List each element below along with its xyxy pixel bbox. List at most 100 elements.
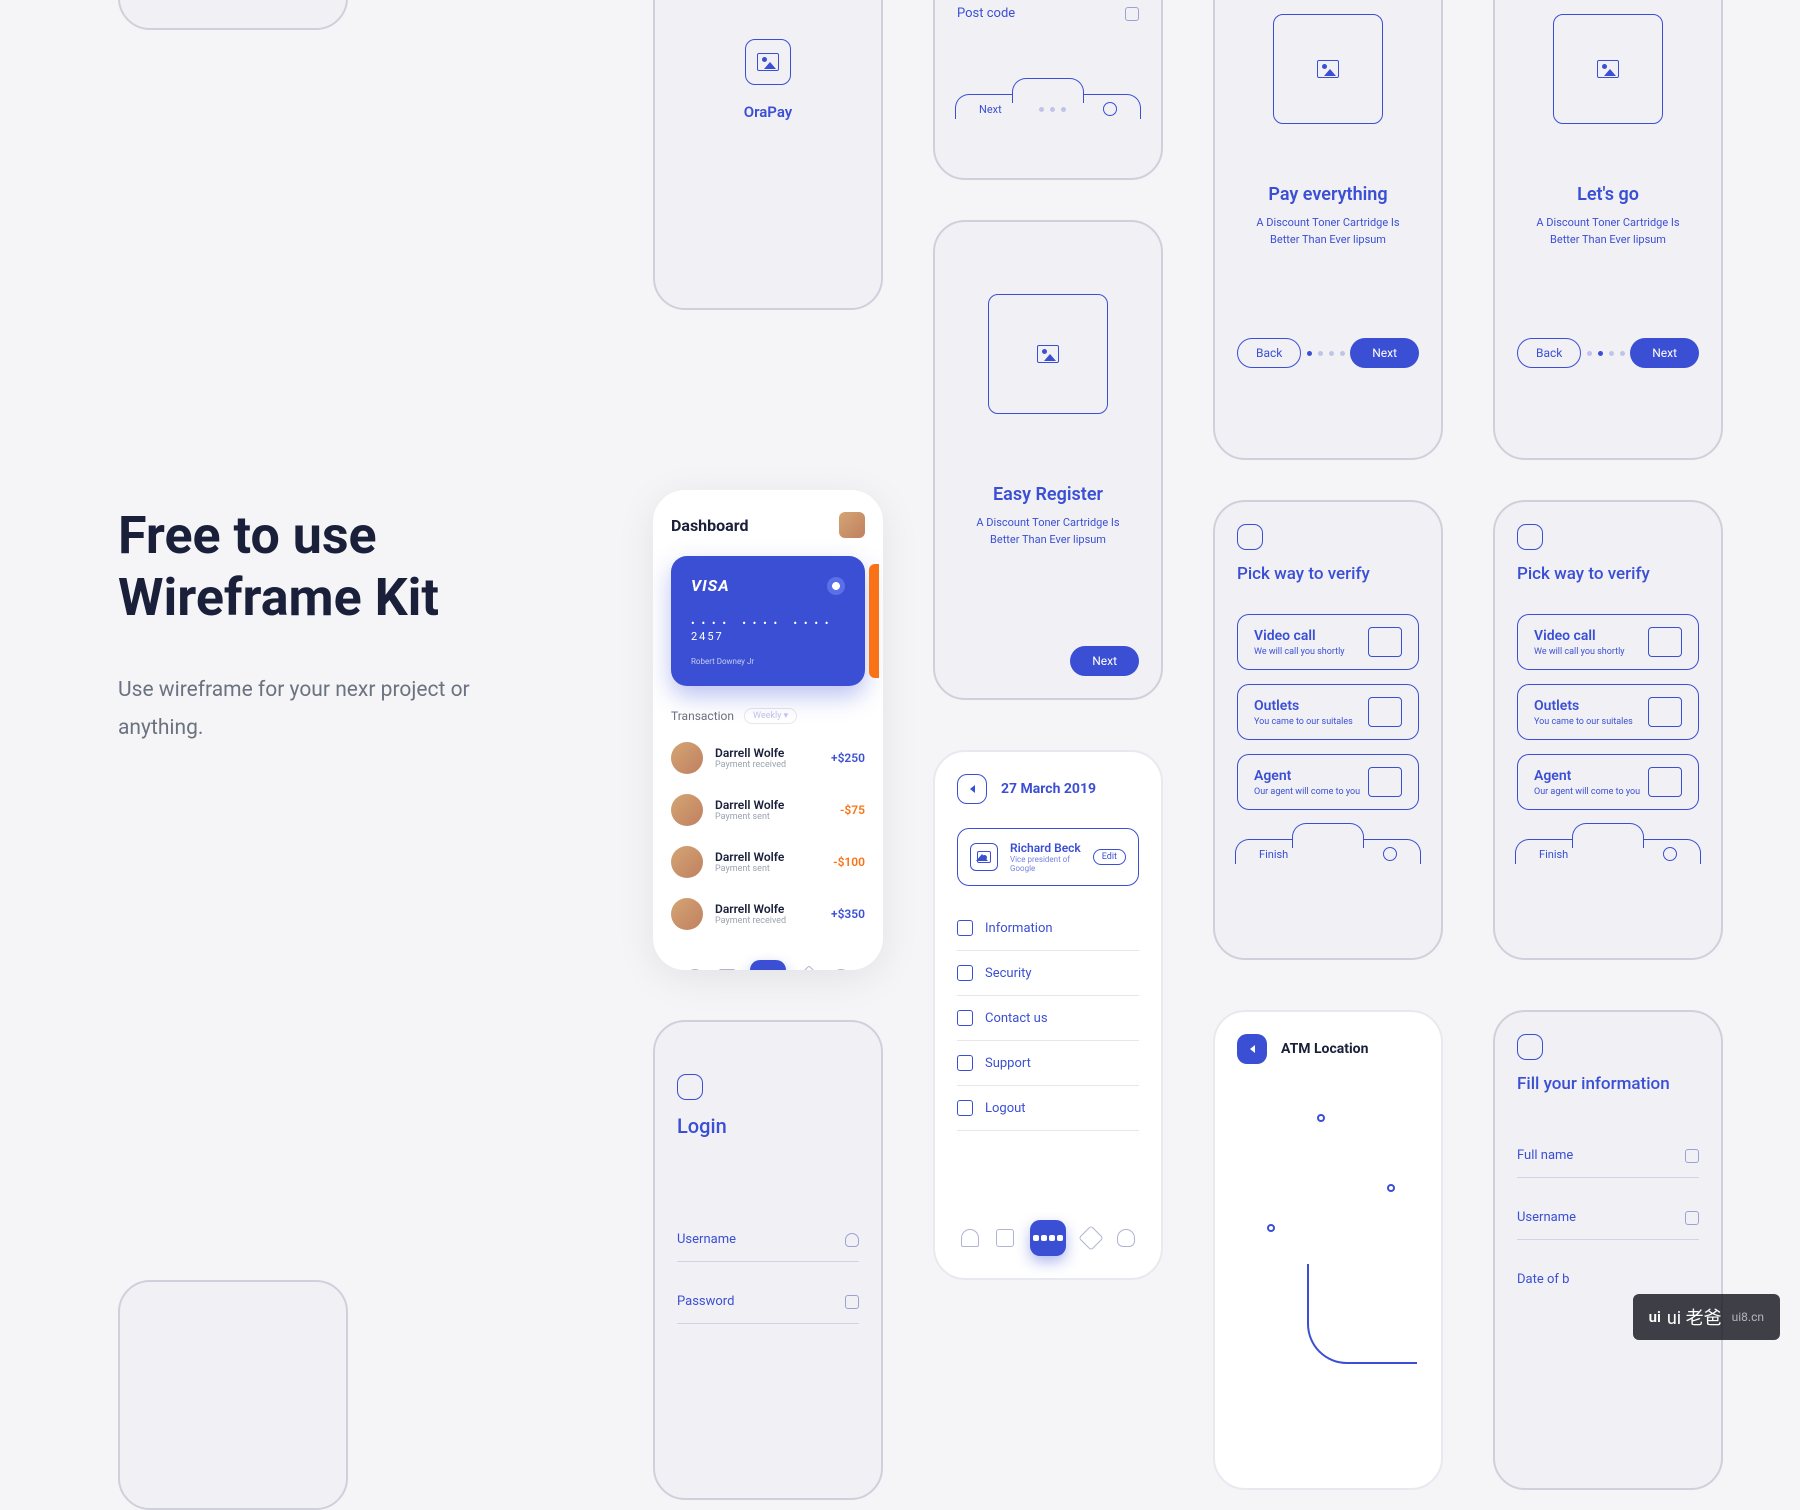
fill-title: Fill your information bbox=[1517, 1074, 1699, 1094]
watermark: uiui 老爸 ui8.cn bbox=[1633, 1294, 1780, 1340]
next-button[interactable]: Next bbox=[1630, 338, 1699, 368]
option-icon bbox=[1368, 627, 1402, 657]
verify-option[interactable]: AgentOur agent will come to you bbox=[1517, 754, 1699, 810]
hero-subtitle: Use wireframe for your nexr project or a… bbox=[118, 672, 538, 748]
profile-name: Richard Beck bbox=[1010, 841, 1081, 855]
transaction-row[interactable]: Darrell WolfePayment sent-$75 bbox=[671, 784, 865, 836]
screen-atm: ATM Location bbox=[1213, 1010, 1443, 1490]
menu-item[interactable]: Security bbox=[957, 951, 1139, 996]
back-squircle[interactable] bbox=[1517, 1034, 1543, 1060]
password-input[interactable]: Password bbox=[677, 1280, 859, 1324]
next-button[interactable]: Next bbox=[1070, 646, 1139, 676]
step-bump: Next bbox=[955, 85, 1141, 119]
username-input[interactable]: Username bbox=[1517, 1196, 1699, 1240]
back-button[interactable] bbox=[1237, 1034, 1267, 1064]
send-icon[interactable] bbox=[1079, 1225, 1104, 1250]
back-button[interactable] bbox=[957, 774, 987, 804]
back-squircle[interactable] bbox=[1237, 524, 1263, 550]
verify-option[interactable]: Video callWe will call you shortly bbox=[1237, 614, 1419, 670]
avatar bbox=[671, 742, 703, 774]
card-brand: VISA bbox=[691, 576, 730, 595]
verify-option[interactable]: OutletsYou came to our suitales bbox=[1237, 684, 1419, 740]
screen-register: Easy Register A Discount Toner Cartridge… bbox=[933, 220, 1163, 700]
screen-login: Login Username Password bbox=[653, 1020, 883, 1500]
profile-icon[interactable] bbox=[1117, 1229, 1135, 1247]
hero-text: Free to useWireframe Kit Use wireframe f… bbox=[118, 505, 538, 747]
bottom-nav bbox=[671, 948, 865, 970]
back-squircle[interactable] bbox=[677, 1074, 703, 1100]
transaction-row[interactable]: Darrell WolfePayment received+$250 bbox=[671, 732, 865, 784]
screen-dashboard: Dashboard VISA • • • • • • • • • • • • 2… bbox=[653, 490, 883, 970]
image-placeholder bbox=[1273, 14, 1383, 124]
send-icon[interactable] bbox=[796, 965, 821, 970]
option-icon bbox=[1648, 697, 1682, 727]
verify-title: Pick way to verify bbox=[1237, 564, 1419, 584]
fullname-input[interactable]: Full name bbox=[1517, 1134, 1699, 1178]
credit-card[interactable]: VISA • • • • • • • • • • • • 2457 Robert… bbox=[671, 556, 865, 686]
info-icon bbox=[1103, 102, 1117, 116]
edit-button[interactable]: Edit bbox=[1093, 849, 1126, 865]
menu-item[interactable]: Support bbox=[957, 1041, 1139, 1086]
image-placeholder bbox=[1553, 14, 1663, 124]
verify-option[interactable]: Video callWe will call you shortly bbox=[1517, 614, 1699, 670]
verify-option[interactable]: OutletsYou came to our suitales bbox=[1517, 684, 1699, 740]
menu-item[interactable]: Contact us bbox=[957, 996, 1139, 1041]
back-squircle[interactable] bbox=[1517, 524, 1543, 550]
profile-icon[interactable] bbox=[832, 969, 850, 970]
screen-partial bbox=[118, 0, 348, 30]
next-button[interactable]: Next bbox=[1350, 338, 1419, 368]
menu-icon bbox=[957, 1010, 973, 1026]
menu-icon bbox=[957, 1100, 973, 1116]
step-bump: Finish bbox=[1515, 830, 1701, 864]
screen-verify-2: Pick way to verify Video callWe will cal… bbox=[1493, 500, 1723, 960]
onboard-sub: A Discount Toner Cartridge Is Better Tha… bbox=[1237, 215, 1419, 248]
user-avatar[interactable] bbox=[839, 512, 865, 538]
map-area[interactable] bbox=[1237, 1084, 1419, 1344]
info-icon bbox=[1383, 847, 1397, 861]
user-icon bbox=[845, 1233, 859, 1247]
finish-button[interactable]: Finish bbox=[1539, 848, 1568, 861]
image-icon bbox=[1037, 345, 1059, 363]
back-button[interactable]: Back bbox=[1517, 338, 1581, 368]
menu-icon bbox=[957, 965, 973, 981]
register-title: Easy Register bbox=[957, 484, 1139, 505]
filter-dropdown[interactable]: Weekly ▾ bbox=[744, 708, 797, 724]
screen-postcode: Post code Next bbox=[933, 0, 1163, 180]
username-input[interactable]: Username bbox=[677, 1218, 859, 1262]
apps-icon[interactable] bbox=[750, 960, 786, 970]
avatar bbox=[671, 846, 703, 878]
section-label: Transaction bbox=[671, 709, 734, 723]
screen-partial bbox=[118, 1280, 348, 1510]
menu-item[interactable]: Logout bbox=[957, 1086, 1139, 1131]
home-icon[interactable] bbox=[961, 1229, 979, 1247]
menu-item[interactable]: Information bbox=[957, 906, 1139, 951]
apps-icon[interactable] bbox=[1030, 1220, 1066, 1256]
screen-onboard-1: Pay everything A Discount Toner Cartridg… bbox=[1213, 0, 1443, 460]
card-holder: Robert Downey Jr bbox=[691, 657, 845, 666]
hero-title: Free to useWireframe Kit bbox=[118, 505, 538, 630]
card-peek bbox=[869, 564, 879, 678]
verify-option[interactable]: AgentOur agent will come to you bbox=[1237, 754, 1419, 810]
card-icon[interactable] bbox=[996, 1229, 1014, 1247]
user-icon bbox=[1685, 1211, 1699, 1225]
transaction-row[interactable]: Darrell WolfePayment received+$350 bbox=[671, 888, 865, 940]
brand-name: OraPay bbox=[744, 103, 792, 121]
dashboard-title: Dashboard bbox=[671, 516, 748, 535]
back-button[interactable]: Back bbox=[1237, 338, 1301, 368]
onboard-title: Let's go bbox=[1517, 184, 1699, 205]
next-button[interactable]: Next bbox=[979, 103, 1002, 116]
step-bump: Finish bbox=[1235, 830, 1421, 864]
postcode-input[interactable]: Post code bbox=[957, 0, 1139, 35]
transaction-row[interactable]: Darrell WolfePayment sent-$100 bbox=[671, 836, 865, 888]
postcode-icon bbox=[1125, 7, 1139, 21]
option-icon bbox=[1648, 767, 1682, 797]
finish-button[interactable]: Finish bbox=[1259, 848, 1288, 861]
globe-icon bbox=[827, 577, 845, 595]
screen-onboard-2: Let's go A Discount Toner Cartridge Is B… bbox=[1493, 0, 1723, 460]
home-icon[interactable] bbox=[686, 969, 704, 970]
image-icon bbox=[1317, 60, 1339, 78]
image-icon bbox=[757, 53, 779, 71]
menu-icon bbox=[957, 1055, 973, 1071]
card-icon[interactable] bbox=[718, 969, 736, 970]
onboard-sub: A Discount Toner Cartridge Is Better Tha… bbox=[1517, 215, 1699, 248]
